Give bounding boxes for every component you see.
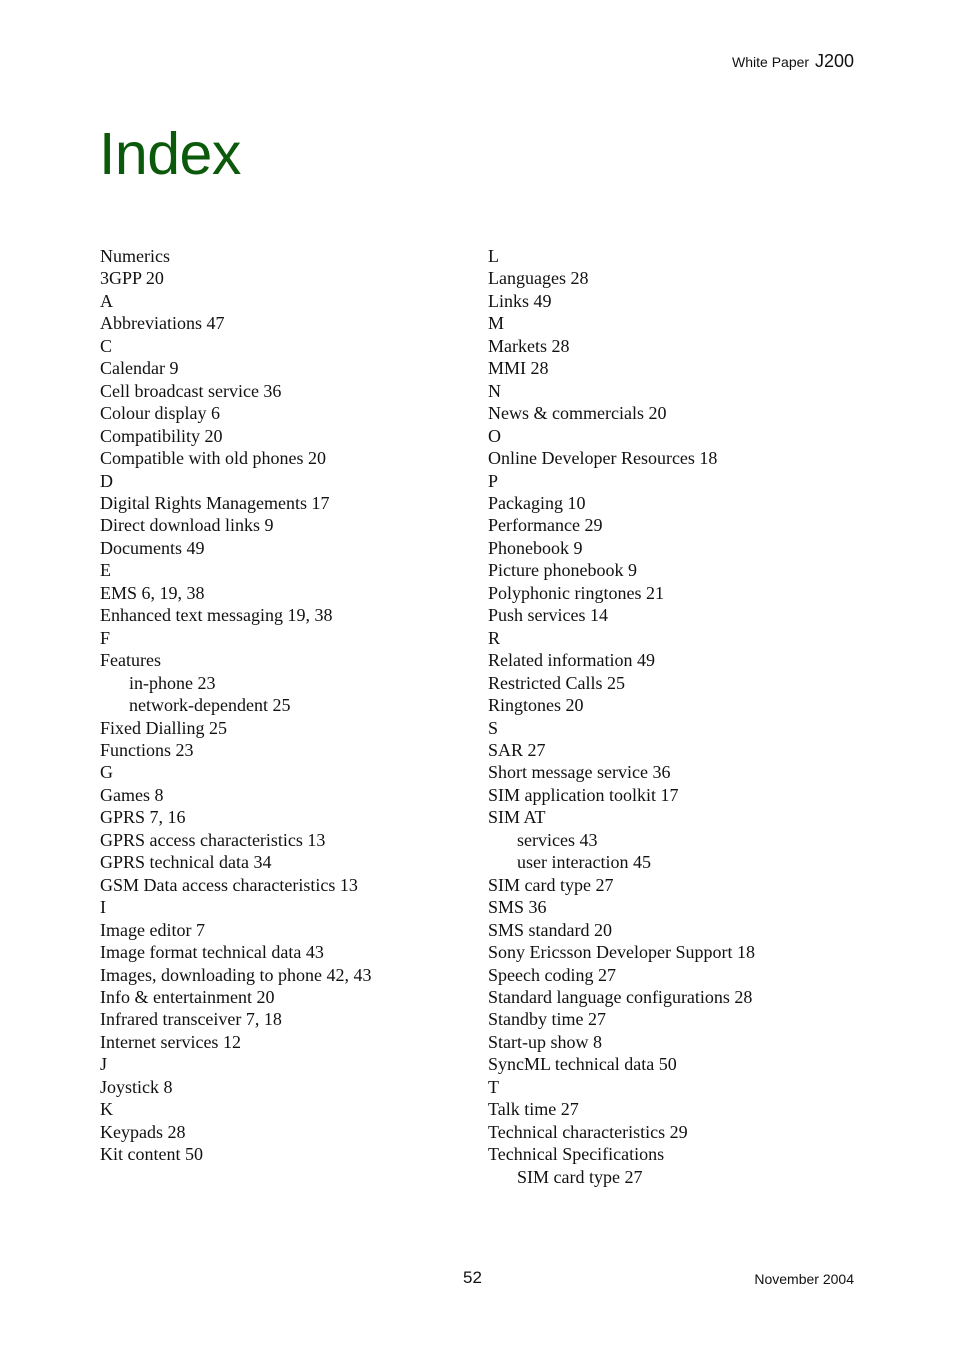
- index-entry: Image format technical data 43: [100, 942, 324, 963]
- index-entry: Picture phonebook 9: [488, 560, 637, 581]
- index-entry: SIM card type 27: [488, 874, 614, 895]
- index-section-letter: I: [100, 897, 106, 918]
- index-entry: Fixed Dialling 25: [100, 717, 227, 738]
- index-entry: Packaging 10: [488, 492, 586, 513]
- footer-date: November 2004: [754, 1271, 854, 1287]
- index-entry: Links 49: [488, 290, 552, 311]
- index-subentry: services 43: [517, 829, 598, 850]
- index-entry: GPRS 7, 16: [100, 807, 186, 828]
- index-entry: SyncML technical data 50: [488, 1054, 677, 1075]
- index-entry: Digital Rights Managements 17: [100, 492, 330, 513]
- index-section-letter: C: [100, 335, 113, 356]
- index-entry: SMS 36: [488, 897, 547, 918]
- index-entry: Languages 28: [488, 268, 589, 289]
- index-subentry: user interaction 45: [517, 852, 651, 873]
- index-entry: GPRS technical data 34: [100, 852, 272, 873]
- index-entry: MMI 28: [488, 358, 549, 379]
- header-model: J200: [814, 51, 854, 71]
- index-section-letter: L: [488, 246, 499, 266]
- index-entry: Restricted Calls 25: [488, 672, 625, 693]
- index-entry: SIM AT: [488, 807, 546, 828]
- index-entry: Enhanced text messaging 19, 38: [100, 605, 333, 626]
- index-subentry: SIM card type 27: [517, 1166, 643, 1187]
- index-entry: Push services 14: [488, 605, 608, 626]
- page-header: White Paper J200: [732, 51, 854, 72]
- index-entry: Short message service 36: [488, 762, 671, 783]
- index-entry: Speech coding 27: [488, 964, 616, 985]
- index-section-letter: S: [488, 717, 499, 738]
- index-entry: Abbreviations 47: [100, 313, 225, 334]
- index-section-letter: O: [488, 425, 501, 446]
- index-entry: Documents 49: [100, 537, 205, 558]
- index-entry: Ringtones 20: [488, 695, 584, 716]
- index-section-letter: Numerics: [100, 246, 170, 266]
- index-entry: Colour display 6: [100, 403, 220, 424]
- index-entry: Internet services 12: [100, 1031, 241, 1052]
- index-section-letter: R: [488, 627, 501, 648]
- index-section-letter: T: [488, 1076, 499, 1097]
- index-entry: Features: [100, 650, 161, 671]
- index-entry: Image editor 7: [100, 919, 205, 940]
- index-column-left: Numerics 3GPP 20 A Abbreviations 47 C Calenda…: [100, 245, 371, 1166]
- index-entry: Games 8: [100, 784, 164, 805]
- index-entry: GPRS access characteristics 13: [100, 829, 326, 850]
- index-entry: News & commercials 20: [488, 403, 667, 424]
- index-entry: Kit content 50: [100, 1144, 203, 1165]
- index-entry: EMS 6, 19, 38: [100, 582, 205, 603]
- index-section-letter: G: [100, 762, 113, 783]
- index-entry: GSM Data access characteristics 13: [100, 874, 358, 895]
- index-entry: Sony Ericsson Developer Support 18: [488, 942, 755, 963]
- index-subentry: network-dependent 25: [129, 695, 291, 716]
- index-entry: SAR 27: [488, 739, 546, 760]
- index-entry: Related information 49: [488, 650, 655, 671]
- index-section-letter: K: [100, 1099, 113, 1120]
- index-entry: Technical Specifications: [488, 1144, 665, 1165]
- header-doc-type: White Paper: [732, 54, 810, 70]
- index-section-letter: N: [488, 380, 501, 401]
- index-column-right: L Languages 28 Links 49 M Markets 28 MMI 28 N N…: [488, 245, 755, 1188]
- index-section-letter: E: [100, 560, 111, 581]
- index-entry: Compatible with old phones 20: [100, 448, 326, 469]
- index-section-letter: M: [488, 313, 505, 334]
- index-section-letter: D: [100, 470, 113, 491]
- index-entry: SMS standard 20: [488, 919, 613, 940]
- index-entry: Infrared transceiver 7, 18: [100, 1009, 282, 1030]
- index-entry: Direct download links 9: [100, 515, 274, 536]
- index-entry: Calendar 9: [100, 358, 179, 379]
- index-section-letter: P: [488, 470, 499, 491]
- index-section-letter: A: [100, 290, 113, 311]
- index-entry: Functions 23: [100, 739, 194, 760]
- index-entry: Info & entertainment 20: [100, 986, 275, 1007]
- index-entry: Start-up show 8: [488, 1031, 602, 1052]
- index-entry: Cell broadcast service 36: [100, 380, 282, 401]
- index-entry: Standby time 27: [488, 1009, 606, 1030]
- index-subentry: in-phone 23: [129, 672, 216, 693]
- index-entry: Phonebook 9: [488, 537, 583, 558]
- page-title: Index: [99, 121, 241, 187]
- index-entry: Standard language configurations 28: [488, 986, 753, 1007]
- index-entry: Polyphonic ringtones 21: [488, 582, 664, 603]
- index-entry: Online Developer Resources 18: [488, 448, 718, 469]
- footer-page-number: 52: [463, 1268, 482, 1287]
- index-entry: Joystick 8: [100, 1076, 173, 1097]
- index-entry: Compatibility 20: [100, 425, 223, 446]
- index-entry: Performance 29: [488, 515, 603, 536]
- index-section-letter: J: [100, 1054, 108, 1075]
- index-entry: 3GPP 20: [100, 268, 164, 289]
- index-entry: Markets 28: [488, 335, 570, 356]
- index-entry: SIM application toolkit 17: [488, 784, 679, 805]
- index-entry: Technical characteristics 29: [488, 1121, 688, 1142]
- index-section-letter: F: [100, 627, 111, 648]
- index-entry: Talk time 27: [488, 1099, 579, 1120]
- index-entry: Keypads 28: [100, 1121, 186, 1142]
- index-entry: Images, downloading to phone 42, 43: [100, 964, 372, 985]
